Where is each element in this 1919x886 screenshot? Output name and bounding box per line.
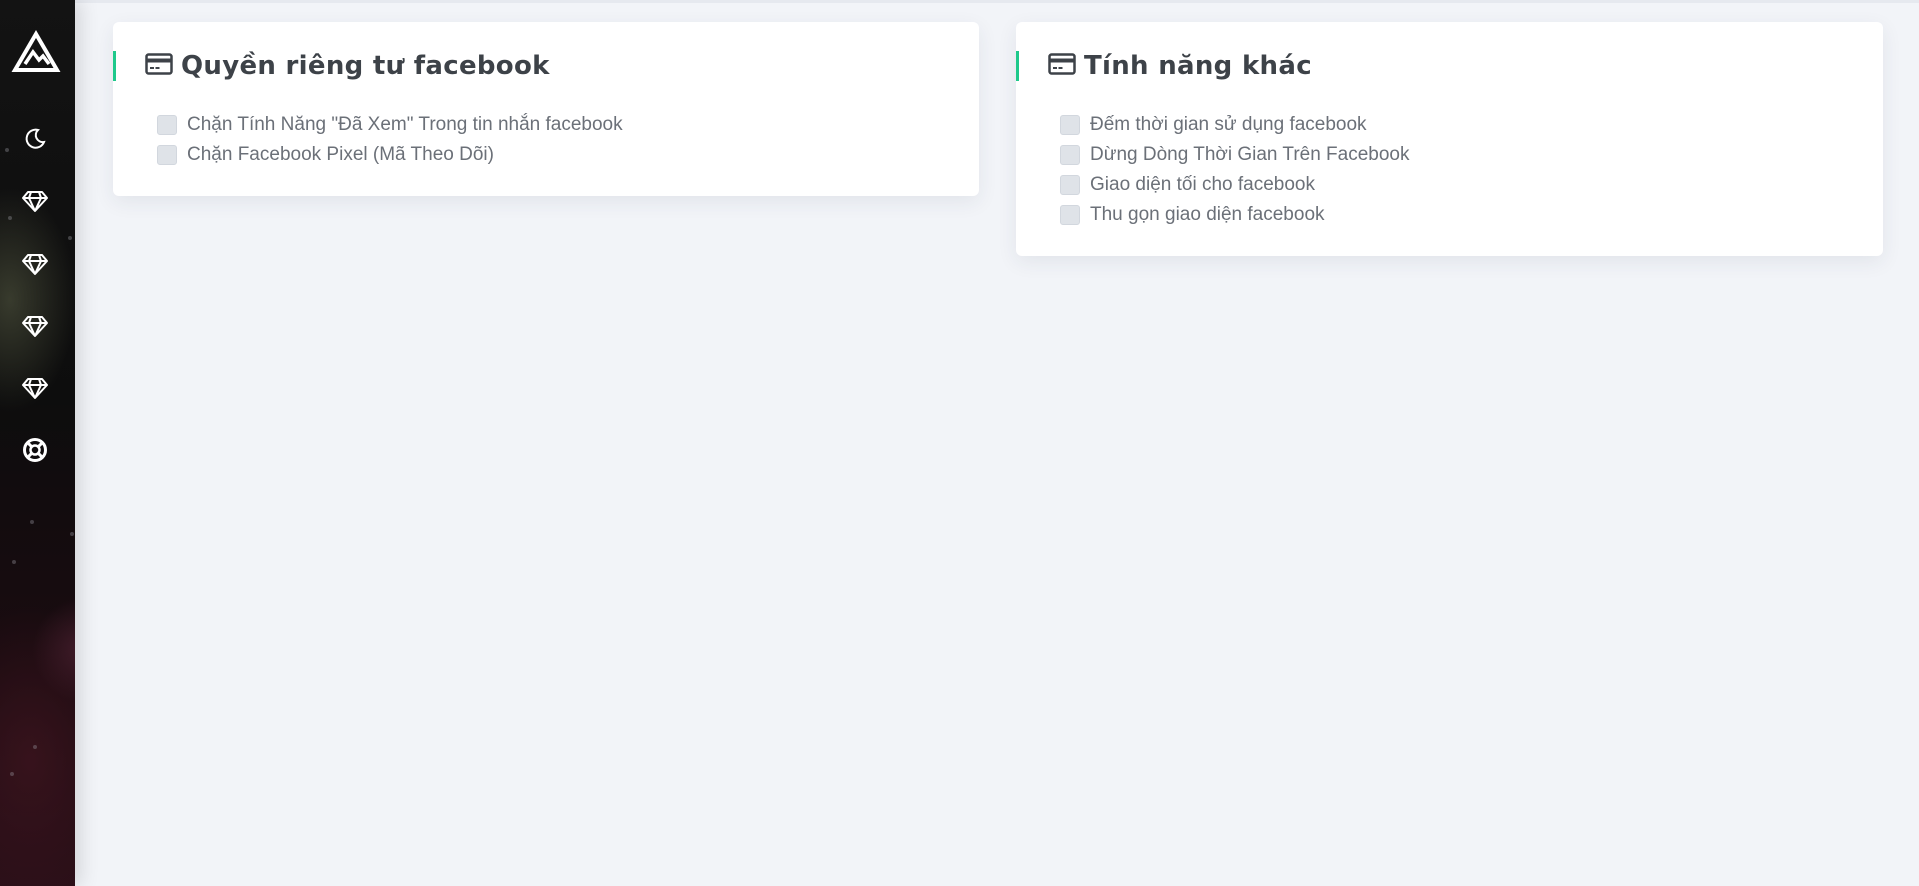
option-label: Giao diện tối cho facebook <box>1090 174 1315 195</box>
checkbox[interactable] <box>1060 205 1080 225</box>
credit-card-icon <box>145 52 173 80</box>
top-divider <box>0 0 1919 3</box>
option-label: Đếm thời gian sử dụng facebook <box>1090 114 1367 135</box>
checkbox[interactable] <box>157 115 177 135</box>
card-accent-bar <box>113 51 116 81</box>
checkbox[interactable] <box>157 145 177 165</box>
diamond-icon[interactable] <box>17 370 53 406</box>
card-title: Tính năng khác <box>1084 51 1312 81</box>
option-label: Thu gọn giao diện facebook <box>1090 204 1325 225</box>
card-header: Tính năng khác <box>1048 50 1312 82</box>
diamond-icon[interactable] <box>17 246 53 282</box>
option-label: Chặn Facebook Pixel (Mã Theo Dõi) <box>187 144 494 165</box>
card-title: Quyền riêng tư facebook <box>181 51 550 81</box>
diamond-icon[interactable] <box>17 308 53 344</box>
option-stop-timeline[interactable]: Dừng Dòng Thời Gian Trên Facebook <box>1060 140 1410 170</box>
moon-icon[interactable] <box>17 121 53 157</box>
option-label: Chặn Tính Năng "Đã Xem" Trong tin nhắn f… <box>187 114 623 135</box>
option-compact-ui[interactable]: Thu gọn giao diện facebook <box>1060 200 1410 230</box>
option-list: Đếm thời gian sử dụng facebook Dừng Dòng… <box>1060 110 1410 230</box>
logo-mountain-icon[interactable] <box>11 30 61 76</box>
checkbox[interactable] <box>1060 145 1080 165</box>
option-label: Dừng Dòng Thời Gian Trên Facebook <box>1090 144 1410 165</box>
diamond-icon[interactable] <box>17 183 53 219</box>
credit-card-icon <box>1048 52 1076 80</box>
option-dark-mode[interactable]: Giao diện tối cho facebook <box>1060 170 1410 200</box>
checkbox[interactable] <box>1060 175 1080 195</box>
option-block-pixel[interactable]: Chặn Facebook Pixel (Mã Theo Dõi) <box>157 140 623 170</box>
card-accent-bar <box>1016 51 1019 81</box>
option-list: Chặn Tính Năng "Đã Xem" Trong tin nhắn f… <box>157 110 623 170</box>
checkbox[interactable] <box>1060 115 1080 135</box>
option-block-seen[interactable]: Chặn Tính Năng "Đã Xem" Trong tin nhắn f… <box>157 110 623 140</box>
privacy-card: Quyền riêng tư facebook Chặn Tính Năng "… <box>113 22 979 196</box>
card-header: Quyền riêng tư facebook <box>145 50 550 82</box>
features-card: Tính năng khác Đếm thời gian sử dụng fac… <box>1016 22 1883 256</box>
lifebuoy-icon[interactable] <box>17 432 53 468</box>
option-usage-timer[interactable]: Đếm thời gian sử dụng facebook <box>1060 110 1410 140</box>
sidebar <box>0 0 75 886</box>
